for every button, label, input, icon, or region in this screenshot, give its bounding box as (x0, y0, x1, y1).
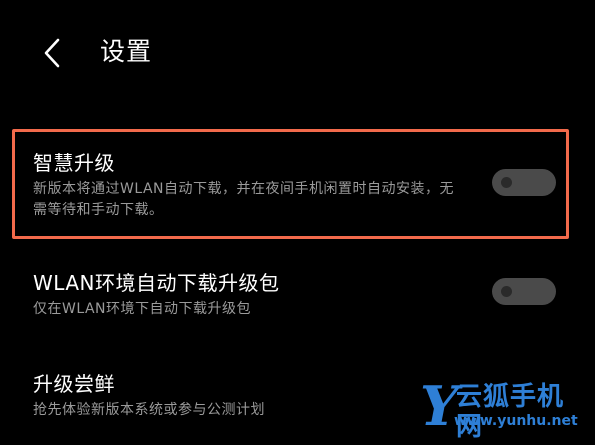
setting-title: WLAN环境自动下载升级包 (33, 271, 280, 295)
setting-description: 抢先体验新版本系统或参与公测计划 (33, 402, 265, 418)
wlan-auto-download-toggle[interactable] (492, 278, 556, 305)
setting-title: 升级尝鲜 (33, 372, 115, 396)
setting-upgrade-beta[interactable]: 升级尝鲜 抢先体验新版本系统或参与公测计划 (33, 371, 563, 421)
page-title: 设置 (100, 37, 153, 66)
smart-upgrade-toggle[interactable] (492, 169, 556, 196)
back-button[interactable] (36, 34, 72, 72)
setting-smart-upgrade[interactable]: 智慧升级 新版本将通过WLAN自动下载，并在夜间手机闲置时自动安装，无需等待和手… (33, 150, 563, 221)
setting-wlan-auto-download[interactable]: WLAN环境自动下载升级包 仅在WLAN环境下自动下载升级包 (33, 270, 563, 320)
chevron-left-icon (44, 38, 60, 68)
setting-title: 智慧升级 (33, 151, 115, 175)
settings-screen: 设置 智慧升级 新版本将通过WLAN自动下载，并在夜间手机闲置时自动安装，无需等… (0, 0, 595, 445)
toggle-knob (501, 286, 512, 297)
setting-description: 新版本将通过WLAN自动下载，并在夜间手机闲置时自动安装，无需等待和手动下载。 (33, 181, 455, 218)
toggle-knob (501, 177, 512, 188)
setting-description: 仅在WLAN环境下自动下载升级包 (33, 301, 252, 317)
